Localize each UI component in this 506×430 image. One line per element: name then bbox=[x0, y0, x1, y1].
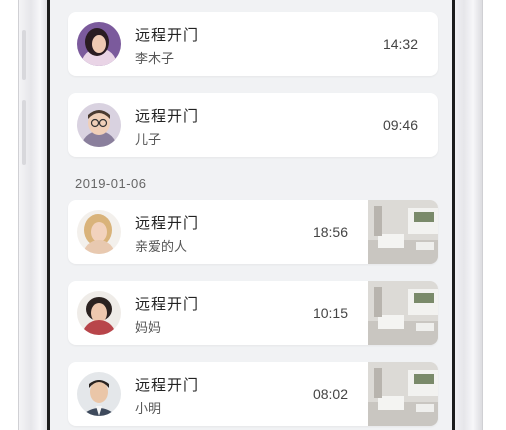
room-snapshot-image bbox=[368, 200, 438, 264]
room-snapshot-image bbox=[368, 362, 438, 426]
record-name: 儿子 bbox=[135, 132, 162, 147]
list-item[interactable]: 远程开门 儿子 09:46 bbox=[68, 93, 438, 157]
record-name: 妈妈 bbox=[135, 320, 162, 335]
boy-glasses-avatar bbox=[77, 103, 121, 147]
record-name: 亲爱的人 bbox=[135, 239, 188, 254]
record-title: 远程开门 bbox=[135, 296, 200, 313]
list-item[interactable]: 远程开门 妈妈 10:15 bbox=[68, 281, 438, 345]
list-item[interactable]: 远程开门 小明 08:02 bbox=[68, 362, 438, 426]
phone-frame-right bbox=[452, 0, 483, 430]
record-title: 远程开门 bbox=[135, 108, 200, 125]
record-time: 18:56 bbox=[312, 224, 348, 240]
record-name: 小明 bbox=[135, 401, 162, 416]
date-group-label: 2019-01-06 bbox=[75, 176, 147, 191]
record-time: 08:02 bbox=[312, 386, 348, 402]
phone-side-button bbox=[22, 30, 26, 80]
blonde-woman-avatar bbox=[77, 210, 121, 254]
avatar bbox=[77, 103, 121, 147]
record-title: 远程开门 bbox=[135, 215, 200, 232]
record-time: 10:15 bbox=[312, 305, 348, 321]
avatar bbox=[77, 372, 121, 416]
list-item[interactable]: 远程开门 李木子 14:32 bbox=[68, 12, 438, 76]
older-woman-avatar bbox=[77, 291, 121, 335]
record-time: 14:32 bbox=[382, 36, 418, 52]
record-title: 远程开门 bbox=[135, 27, 200, 44]
record-title: 远程开门 bbox=[135, 377, 200, 394]
man-suit-avatar bbox=[77, 372, 121, 416]
room-snapshot-image bbox=[368, 281, 438, 345]
avatar bbox=[77, 210, 121, 254]
record-time: 09:46 bbox=[382, 117, 418, 133]
woman-dark-hair-avatar bbox=[77, 22, 121, 66]
avatar bbox=[77, 291, 121, 335]
snapshot-thumbnail[interactable] bbox=[368, 200, 438, 264]
snapshot-thumbnail[interactable] bbox=[368, 362, 438, 426]
snapshot-thumbnail[interactable] bbox=[368, 281, 438, 345]
list-item[interactable]: 远程开门 亲爱的人 18:56 bbox=[68, 200, 438, 264]
record-name: 李木子 bbox=[135, 51, 175, 66]
phone-bezel bbox=[452, 0, 455, 430]
avatar bbox=[77, 22, 121, 66]
phone-side-button bbox=[22, 100, 26, 165]
screen: 远程开门 李木子 14:32 远程开门 儿子 09:46 2019-01-06 bbox=[50, 0, 452, 430]
